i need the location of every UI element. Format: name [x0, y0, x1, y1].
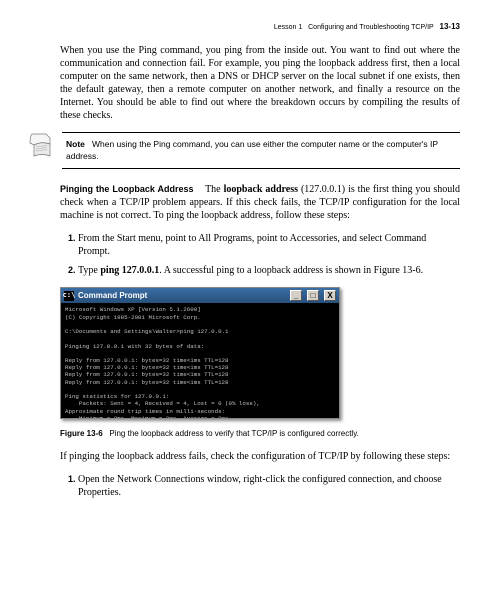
loopback-term: loopback address	[224, 184, 298, 195]
step2-1-text: Open the Network Connections window, rig…	[78, 474, 442, 498]
running-header: Lesson 1 Configuring and Troubleshooting…	[60, 22, 460, 32]
section2-lead: If pinging the loopback address fails, c…	[60, 450, 460, 463]
subheading: Pinging the Loopback Address	[60, 184, 194, 194]
window-title: Command Prompt	[78, 291, 147, 301]
note-box: Note When using the Ping command, you ca…	[62, 132, 460, 169]
note-callout: Note When using the Ping command, you ca…	[28, 132, 460, 169]
note-label: Note	[66, 139, 85, 149]
command-prompt-window: c:\ Command Prompt _ □ X Microsoft Windo…	[60, 287, 340, 419]
lesson-title: Configuring and Troubleshooting TCP/IP	[308, 24, 434, 31]
terminal-output: Microsoft Windows XP [Version 5.1.2600] …	[61, 303, 339, 418]
intro-paragraph: When you use the Ping command, you ping …	[60, 44, 460, 122]
figure-caption: Figure 13-6 Ping the loopback address to…	[60, 429, 460, 439]
lead-text-a: The	[205, 184, 224, 195]
step-2: Type ping 127.0.0.1. A successful ping t…	[78, 264, 460, 277]
step-1-text: From the Start menu, point to All Progra…	[78, 233, 426, 257]
step-2-suffix: . A successful ping to a loopback addres…	[159, 265, 423, 276]
lesson-number: Lesson 1	[274, 24, 302, 31]
ping-command: ping 127.0.0.1	[100, 265, 159, 276]
window-titlebar: c:\ Command Prompt _ □ X	[61, 288, 339, 303]
step-2-prefix: Type	[78, 265, 100, 276]
section-loopback: Pinging the Loopback Address The loopbac…	[60, 183, 460, 222]
page-number: 13-13	[440, 22, 460, 31]
steps-list-1: From the Start menu, point to All Progra…	[60, 232, 460, 277]
close-button[interactable]: X	[324, 290, 336, 301]
step-1: From the Start menu, point to All Progra…	[78, 232, 460, 258]
figure-label: Figure 13-6	[60, 429, 103, 438]
minimize-button[interactable]: _	[290, 290, 302, 301]
step2-1: Open the Network Connections window, rig…	[78, 473, 460, 499]
note-text: When using the Ping command, you can use…	[66, 139, 438, 160]
note-icon	[28, 132, 52, 158]
figure-caption-text: Ping the loopback address to verify that…	[109, 429, 358, 438]
cmd-icon: c:\	[64, 291, 74, 301]
steps-list-2: Open the Network Connections window, rig…	[60, 473, 460, 499]
figure-13-6: c:\ Command Prompt _ □ X Microsoft Windo…	[60, 287, 460, 419]
maximize-button[interactable]: □	[307, 290, 319, 301]
